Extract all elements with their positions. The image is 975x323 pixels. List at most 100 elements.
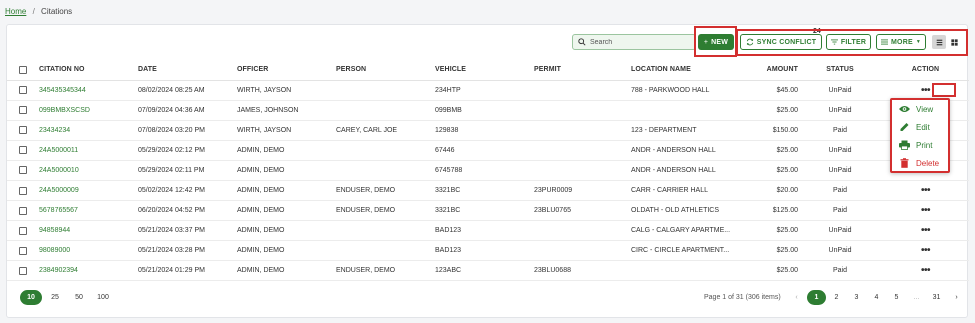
cell-citation[interactable]: 24A5000011 [39,140,138,161]
cell-citation[interactable]: 099BMBXSCSD [39,100,138,121]
cell-citation[interactable]: 24A5000009 [39,180,138,202]
cell-amount: $25.00 [731,220,798,242]
row-actions-icon[interactable]: ••• [921,185,931,196]
sync-icon [746,38,753,46]
table-row[interactable]: 2384902394 05/21/2024 01:29 PM ADMIN, DEMO… [7,260,969,282]
cell-status: Paid [798,180,882,202]
search-input[interactable] [590,38,690,46]
row-checkbox[interactable] [19,166,27,175]
row-checkbox[interactable] [19,226,27,235]
table-row[interactable]: 24A5000010 05/29/2024 02:11 PM ADMIN, DEMO… [7,160,969,181]
row-actions-icon[interactable]: ••• [921,225,931,236]
list-icon [936,39,942,45]
column-header[interactable]: LOCATION NAME [631,60,731,81]
cell-permit [534,220,631,242]
column-header[interactable]: VEHICLE [435,60,534,81]
table-row[interactable]: 24A5000011 05/29/2024 02:12 PM ADMIN, DEMO… [7,140,969,161]
page-size-option[interactable]: 50 [68,290,90,305]
cell-officer: ADMIN, DEMO [237,220,336,242]
page-number-button[interactable]: 5 [887,290,906,305]
table-row[interactable]: 5678765567 06/20/2024 04:52 PM ADMIN, DEMO… [7,200,969,222]
menu-item-view[interactable]: View [892,100,948,118]
next-page-icon[interactable]: › [947,290,966,305]
menu-item-edit[interactable]: Edit [892,118,948,136]
breadcrumb-home-link[interactable]: Home [5,7,26,16]
search-icon [578,38,586,46]
column-header[interactable]: DATE [138,60,237,81]
menu-item-print[interactable]: Print [892,136,948,154]
cell-location: 123 - DEPARTMENT [631,120,731,141]
row-checkbox[interactable] [19,126,27,135]
table-row[interactable]: 23434234 07/08/2024 03:20 PM WIRTH, JAYSON… [7,120,969,141]
grid-view-toggle[interactable] [947,35,961,49]
row-checkbox[interactable] [19,246,27,255]
cell-date: 05/21/2024 01:29 PM [138,260,237,282]
cell-vehicle: 099BMB [435,100,534,121]
more-button[interactable]: MORE ▼ [876,34,926,50]
column-header[interactable]: PERSON [336,60,435,81]
column-header[interactable]: PERMIT [534,60,631,81]
page-number-button[interactable]: 2 [827,290,846,305]
row-actions-icon[interactable]: ••• [921,205,931,216]
menu-item-delete[interactable]: Delete [892,154,948,172]
row-checkbox[interactable] [19,206,27,215]
cell-date: 07/09/2024 04:36 AM [138,100,237,121]
cell-amount: $20.00 [731,180,798,202]
table-row[interactable]: 099BMBXSCSD 07/09/2024 04:36 AM JAMES, JOH… [7,100,969,121]
table-row[interactable]: 24A5000009 05/02/2024 12:42 PM ADMIN, DEMO… [7,180,969,202]
cell-permit: 23PUR0009 [534,180,631,202]
cell-vehicle: 6745788 [435,160,534,181]
cell-amount: $125.00 [731,200,798,222]
select-all-checkbox[interactable] [19,65,27,74]
row-actions-icon[interactable]: ••• [921,85,931,96]
cell-citation[interactable]: 98089000 [39,240,138,262]
page-number-button[interactable]: 3 [847,290,866,305]
list-view-toggle[interactable] [932,35,946,49]
page-number-button[interactable]: 1 [807,290,826,305]
table-row[interactable]: 345435345344 08/02/2024 08:25 AM WIRTH, JA… [7,80,969,101]
page-size-option[interactable]: 10 [20,290,42,305]
page-number-button[interactable]: 31 [927,290,946,305]
row-checkbox[interactable] [19,86,27,95]
cell-officer: ADMIN, DEMO [237,160,336,181]
cell-location: CIRC - CIRCLE APARTMENT... [631,240,731,262]
row-checkbox[interactable] [19,266,27,275]
prev-page-icon[interactable]: ‹ [787,290,806,305]
table-row[interactable]: 98089000 05/21/2024 03:28 PM ADMIN, DEMO BA… [7,240,969,262]
row-checkbox[interactable] [19,146,27,155]
page-size-option[interactable]: 100 [92,290,114,305]
row-actions-icon[interactable]: ••• [921,265,931,276]
cell-person [336,160,435,181]
cell-citation[interactable]: 23434234 [39,120,138,141]
cell-status: UnPaid [798,160,882,181]
cell-vehicle: 123ABC [435,260,534,282]
cell-officer: ADMIN, DEMO [237,240,336,262]
cell-date: 05/21/2024 03:28 PM [138,240,237,262]
column-header[interactable]: CITATION NO [39,60,138,81]
sync-conflict-button[interactable]: SYNC CONFLICT [740,34,822,50]
new-button[interactable]: + NEW [698,34,734,50]
cell-citation[interactable]: 5678765567 [39,200,138,222]
cell-citation[interactable]: 345435345344 [39,80,138,101]
page-number-button[interactable]: 4 [867,290,886,305]
column-header[interactable]: STATUS [798,60,882,81]
page-size-option[interactable]: 25 [44,290,66,305]
column-header[interactable]: OFFICER [237,60,336,81]
cell-status: Paid [798,260,882,282]
cell-officer: ADMIN, DEMO [237,200,336,222]
cell-person: CAREY, CARL JOE [336,120,435,141]
cell-date: 08/02/2024 08:25 AM [138,80,237,101]
table-row[interactable]: 94858944 05/21/2024 03:37 PM ADMIN, DEMO BA… [7,220,969,242]
search-box[interactable] [572,34,696,50]
cell-citation[interactable]: 94858944 [39,220,138,242]
cell-citation[interactable]: 2384902394 [39,260,138,282]
row-checkbox[interactable] [19,186,27,195]
sync-conflict-count-badge: 24 [813,28,821,35]
filter-button[interactable]: FILTER [826,34,871,50]
cell-citation[interactable]: 24A5000010 [39,160,138,181]
cell-permit [534,80,631,101]
row-actions-icon[interactable]: ••• [921,245,931,256]
row-checkbox[interactable] [19,106,27,115]
column-header[interactable]: AMOUNT [731,60,798,81]
cell-status: UnPaid [798,240,882,262]
